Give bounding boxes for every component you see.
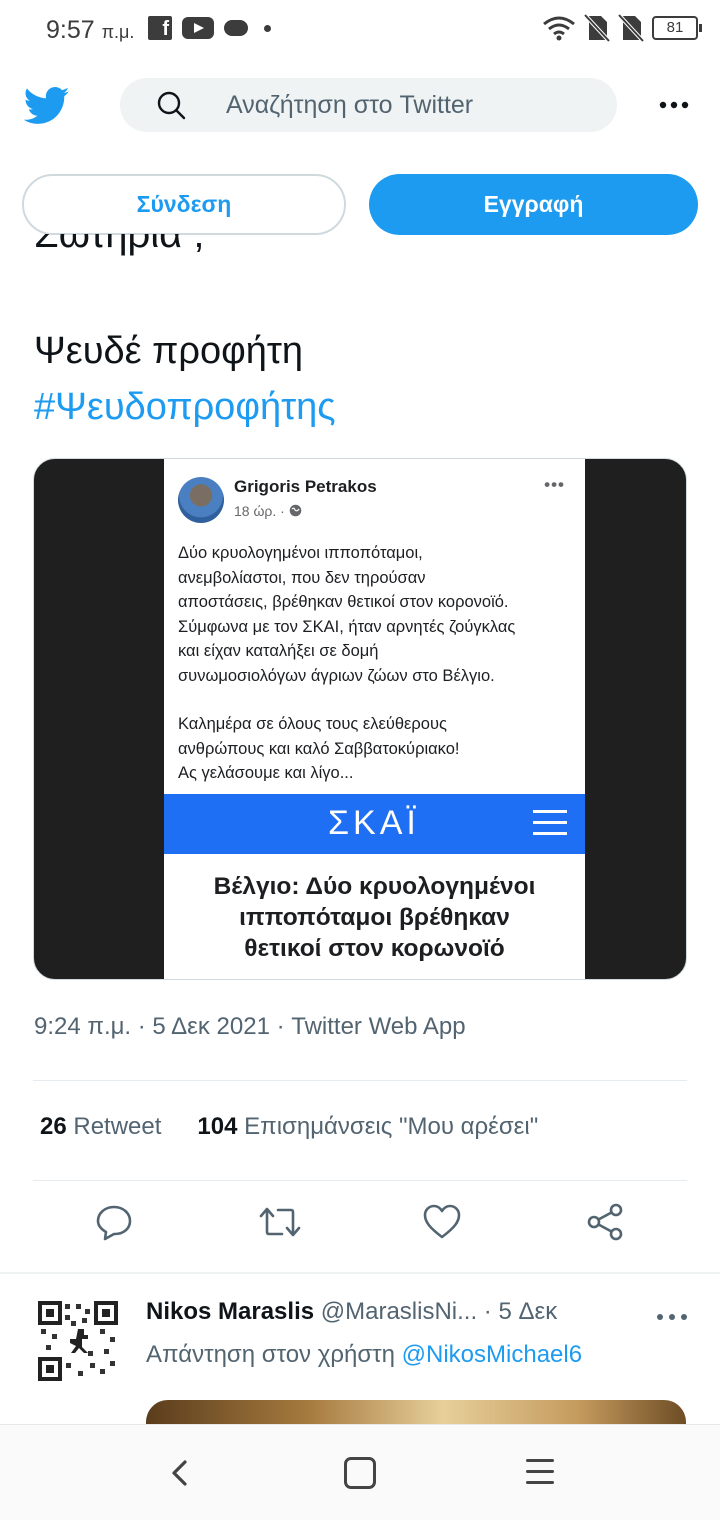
reply-header: Nikos Maraslis @MaraslisNi... · 5 Δεκ (146, 1298, 557, 1326)
fb-post-text: Δύο κρυολογημένοι ιπποπόταμοι, ανεμβολία… (178, 541, 578, 786)
fb-text-line: αποστάσεις, βρέθηκαν θετικοί στον κορονο… (178, 593, 509, 611)
status-bar: 9:57 π.μ. f 81 (0, 0, 720, 56)
back-icon[interactable] (168, 1459, 192, 1487)
globe-icon (289, 504, 302, 517)
fb-post-time-text: 18 ώρ. · (234, 503, 285, 519)
wifi-icon (543, 16, 575, 41)
retweet-icon[interactable] (258, 1202, 302, 1242)
retweets-stat[interactable]: 26 Retweet (40, 1113, 161, 1140)
avatar (178, 477, 224, 523)
twitter-logo-icon[interactable] (24, 86, 70, 126)
fb-text-line: Καλημέρα σε όλους τους ελεύθερους (178, 715, 447, 733)
home-icon[interactable] (344, 1457, 376, 1489)
search-input[interactable]: Αναζήτηση στο Twitter (120, 78, 617, 132)
like-icon[interactable] (422, 1202, 462, 1242)
system-nav-bar (0, 1424, 720, 1520)
reply-handle-date[interactable]: @MaraslisNi... · 5 Δεκ (321, 1298, 557, 1325)
retweets-label: Retweet (73, 1113, 162, 1140)
fb-text-line: συνωμοσιολόγων άγριων ζώων στο Βέλγιο. (178, 666, 495, 685)
headline-line: ιπποπόταμοι βρέθηκαν (239, 904, 510, 931)
search-icon (157, 91, 186, 120)
cloud-icon (224, 20, 248, 36)
replying-to-mention[interactable]: @NikosMichael6 (402, 1341, 582, 1368)
fb-more-icon: ••• (544, 475, 565, 494)
no-sim-icon (584, 14, 610, 42)
tweet-hashtag-link[interactable]: #Ψευδοπροφήτης (34, 386, 336, 429)
tweet-timestamp[interactable]: 9:24 π.μ. · 5 Δεκ 2021 · Twitter Web App (34, 1013, 466, 1041)
facebook-icon: f (148, 16, 172, 40)
status-icons-left: f (148, 16, 271, 40)
dot-icon (264, 24, 271, 32)
tweet-actions (0, 1202, 720, 1246)
facebook-post-screenshot: Grigoris Petrakos 18 ώρ. · ••• Δύο κρυολ… (164, 459, 585, 979)
fb-text-line: Ας γελάσουμε και λίγο... (178, 764, 354, 782)
fb-text-line: ανθρώπους και καλό Σαββατοκύριακο! (178, 739, 460, 758)
search-placeholder: Αναζήτηση στο Twitter (226, 91, 474, 119)
tweet-text-cutoff-line: Σωτηρία ; (34, 234, 205, 256)
tweet-text: Ψευδέ προφήτη (34, 330, 304, 372)
top-bar: Αναζήτηση στο Twitter (0, 70, 720, 140)
hamburger-menu-icon (533, 810, 567, 836)
battery-icon: 81 (652, 16, 702, 40)
status-icons-right: 81 (542, 14, 702, 42)
fb-text-line: Δύο κρυολογημένοι ιπποπόταμοι, (178, 544, 423, 562)
reply-author-name[interactable]: Nikos Maraslis (146, 1298, 314, 1325)
fb-text-line: Σύμφωνα με τον ΣΚΑΙ, ήταν αρνητές ζούγκλ… (178, 617, 516, 636)
divider (33, 1080, 687, 1081)
tweet-media-image[interactable]: Grigoris Petrakos 18 ώρ. · ••• Δύο κρυολ… (33, 458, 687, 980)
fb-text-line: και είχαν καταλήξει σε δομή (178, 642, 379, 660)
fb-post-time: 18 ώρ. · (234, 503, 302, 519)
login-button[interactable]: Σύνδεση (22, 174, 346, 235)
fb-text-gap (178, 688, 578, 712)
status-time-suffix: π.μ. (101, 22, 135, 42)
likes-count: 104 (197, 1113, 238, 1140)
status-time-value: 9:57 (46, 16, 95, 44)
replying-to: Απάντηση στον χρήστη @NikosMichael6 (146, 1341, 582, 1369)
likes-label: Επισημάνσεις "Μου αρέσει" (244, 1113, 539, 1140)
reply-icon[interactable] (94, 1202, 134, 1242)
tweet-text-cutoff: Σωτηρία ; (34, 234, 434, 262)
share-icon[interactable] (586, 1202, 626, 1242)
more-icon[interactable] (658, 94, 690, 116)
more-icon[interactable] (656, 1312, 688, 1322)
skai-logo: ΣΚΑΪ (328, 804, 420, 842)
news-headline: Βέλγιο: Δύο κρυολογημένοι ιπποπόταμοι βρ… (164, 871, 585, 964)
avatar[interactable] (38, 1301, 118, 1381)
section-separator (0, 1272, 720, 1274)
fb-author-name: Grigoris Petrakos (234, 477, 377, 496)
no-sim-icon (618, 14, 644, 42)
status-time: 9:57 π.μ. (46, 16, 134, 45)
replying-prefix: Απάντηση στον χρήστη (146, 1341, 395, 1368)
divider (33, 1180, 687, 1181)
likes-stat[interactable]: 104 Επισημάνσεις "Μου αρέσει" (197, 1113, 538, 1140)
skai-header-bar: ΣΚΑΪ (164, 794, 585, 854)
tweet-stats: 26 Retweet 104 Επισημάνσεις "Μου αρέσει" (40, 1113, 538, 1141)
signup-button[interactable]: Εγγραφή (369, 174, 698, 235)
headline-line: θετικοί στον κορωνοϊό (244, 935, 505, 962)
retweets-count: 26 (40, 1113, 67, 1140)
recent-apps-icon[interactable] (526, 1459, 554, 1485)
headline-line: Βέλγιο: Δύο κρυολογημένοι (213, 873, 536, 900)
youtube-icon (182, 17, 214, 39)
fb-text-line: ανεμβολίαστοι, που δεν τηρούσαν (178, 568, 426, 587)
